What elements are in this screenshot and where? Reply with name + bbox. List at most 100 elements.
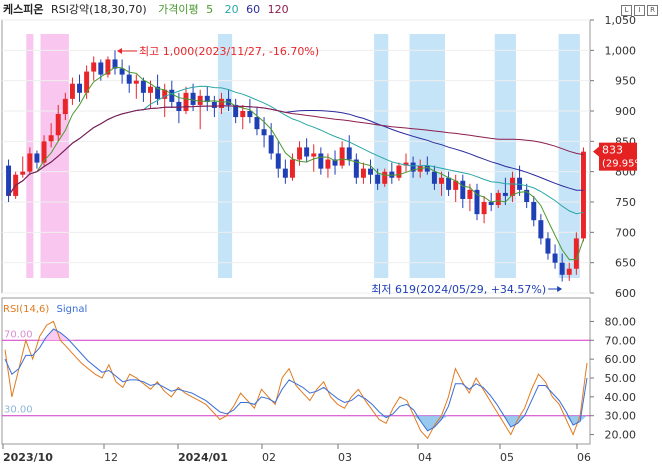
candle-body: [240, 111, 246, 118]
candle-body: [545, 238, 551, 254]
candle-body: [48, 135, 54, 142]
candle-body: [140, 80, 146, 93]
price-ma-label: 가격이평: [158, 3, 199, 16]
rsi-strength-legend: RSI강약(18,30,70): [51, 3, 151, 16]
x-tick-label: 2023/10: [3, 451, 53, 464]
candle-body: [148, 86, 153, 93]
candle-body: [218, 98, 224, 108]
candle-body: [368, 168, 374, 175]
x-tick-label: 12: [104, 451, 118, 464]
indicator-name: RSI강약(18,30,70): [50, 3, 147, 16]
candle-body: [20, 171, 26, 175]
candle-body: [69, 83, 75, 99]
candle-body: [339, 147, 345, 166]
weak-band: [374, 34, 389, 278]
x-tick-label: 05: [500, 451, 514, 464]
candle-body: [318, 153, 324, 169]
candle-body: [268, 135, 274, 154]
rsi-overbought-fill: [5, 329, 587, 341]
x-tick-label: 03: [338, 451, 352, 464]
candle-body: [431, 171, 437, 184]
high-annotation: 최고 1,000(2023/11/27, -16.70%): [139, 45, 319, 58]
rsi-tick-label: 20.00: [605, 429, 637, 442]
low-annotation: 최저 619(2024/05/29, +34.57%): [371, 283, 546, 296]
legend-bar: 케스피온 RSI강약(18,30,70) 가격이평 5 20 60 120: [0, 0, 293, 20]
x-tick-label: 02: [262, 451, 276, 464]
candle-body: [282, 168, 288, 178]
weak-band: [217, 34, 233, 278]
rsi-legend: RSI(14,6) Signal: [0, 300, 91, 320]
rsi-tick-label: 80.00: [605, 315, 637, 328]
rsi-tick-label: 50.00: [605, 372, 637, 385]
candle-body: [325, 159, 331, 169]
rsi-tick-label: 30.00: [605, 410, 637, 423]
price-ma-legend: 가격이평 5: [158, 3, 217, 16]
weak-band: [409, 34, 446, 278]
candle-body: [55, 114, 61, 136]
stock-name: 케스피온: [3, 3, 44, 16]
ma120-label: 120: [267, 3, 289, 16]
ma60-label: 60: [246, 3, 261, 16]
candle-body: [6, 165, 12, 196]
price-tick-label: 650: [615, 257, 636, 270]
price-tick-label: 700: [615, 226, 636, 239]
candle-body: [559, 262, 565, 275]
price-tick-label: 950: [615, 75, 636, 88]
candle-body: [311, 153, 317, 157]
candle-body: [538, 220, 544, 239]
x-tick-label: 2024/01: [178, 451, 228, 464]
x-tick-label: 06: [577, 451, 591, 464]
info-icon[interactable]: I: [634, 5, 645, 16]
current-price-pointer: [593, 146, 599, 157]
candle-body: [126, 74, 132, 84]
window-controls[interactable]: LIR: [619, 2, 658, 16]
candle-body: [460, 180, 466, 199]
price-tick-label: 900: [615, 105, 636, 118]
candle-body: [439, 177, 444, 184]
candle-body: [467, 189, 473, 199]
x-tick-label: 04: [418, 451, 432, 464]
candle-body: [190, 92, 196, 105]
candle-body: [98, 62, 104, 75]
rsi-line: [4, 320, 588, 440]
candle-body: [509, 177, 515, 196]
high-arrow-head: [117, 48, 123, 54]
candle-body: [197, 95, 203, 105]
price-tick-label: 1,000: [605, 44, 637, 57]
candle-body: [183, 92, 189, 111]
candle-body: [304, 147, 310, 157]
candle-body: [495, 192, 501, 206]
candle-body: [552, 253, 558, 263]
candle-body: [396, 165, 402, 178]
price-tick-label: 750: [615, 196, 636, 209]
candle-body: [176, 101, 182, 111]
candle-body: [27, 153, 33, 172]
candle-body: [382, 171, 388, 184]
rsi-lower-label: 30.00: [4, 405, 33, 416]
current-pct: (29.95%): [602, 159, 648, 170]
rsi-panel: 70.00 30.00: [2, 320, 590, 440]
candle-body: [133, 80, 139, 84]
rsi-tick-label: 60.00: [605, 353, 637, 366]
candle-body: [346, 147, 352, 160]
candle-body: [34, 153, 40, 163]
weak-band: [494, 34, 517, 278]
candle-body: [531, 202, 537, 221]
candle-body: [481, 202, 487, 215]
rsi-oversold-fill: [5, 415, 587, 431]
rsi-tick-label: 70.00: [605, 334, 637, 347]
candle-body: [297, 147, 303, 160]
layout-icon[interactable]: L: [621, 5, 632, 16]
candle-body: [566, 268, 572, 275]
price-tick-label: 600: [615, 287, 636, 300]
right-icon[interactable]: R: [647, 5, 658, 16]
candle-body: [289, 159, 295, 178]
candle-body: [502, 192, 508, 196]
candle-body: [261, 129, 267, 136]
candle-body: [62, 98, 68, 115]
ma5-label: 5: [206, 3, 214, 16]
low-arrow-head: [557, 286, 563, 292]
rsi-label: RSI(14,6): [3, 304, 50, 315]
candle-body: [91, 62, 97, 72]
rsi-tick-label: 40.00: [605, 391, 637, 404]
